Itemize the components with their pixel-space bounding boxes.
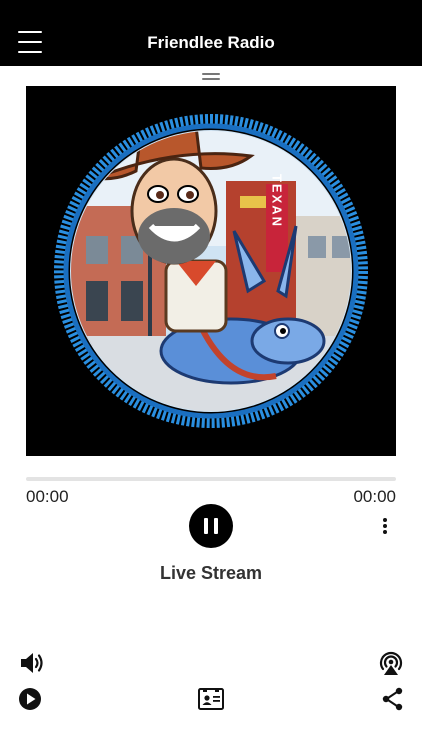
app-title: Friendlee Radio bbox=[147, 33, 275, 52]
progress-bar[interactable] bbox=[26, 477, 396, 481]
airplay-icon[interactable] bbox=[377, 649, 405, 677]
elapsed-time: 00:00 bbox=[26, 487, 69, 506]
volume-icon[interactable] bbox=[18, 649, 46, 677]
artwork-sign-text: TEXAN bbox=[270, 174, 285, 228]
duration-time: 00:00 bbox=[353, 487, 396, 506]
pause-icon bbox=[204, 518, 208, 534]
top-bar: Friendlee Radio bbox=[0, 0, 422, 66]
contact-card-icon[interactable] bbox=[197, 685, 225, 713]
play-circle-icon[interactable] bbox=[16, 685, 44, 713]
more-options-icon[interactable] bbox=[377, 516, 393, 536]
share-icon[interactable] bbox=[379, 685, 407, 713]
drag-handle[interactable] bbox=[202, 73, 220, 80]
album-artwork: TEXAN bbox=[26, 86, 396, 456]
track-title: Live Stream bbox=[159, 563, 263, 583]
pause-button[interactable] bbox=[189, 504, 233, 548]
